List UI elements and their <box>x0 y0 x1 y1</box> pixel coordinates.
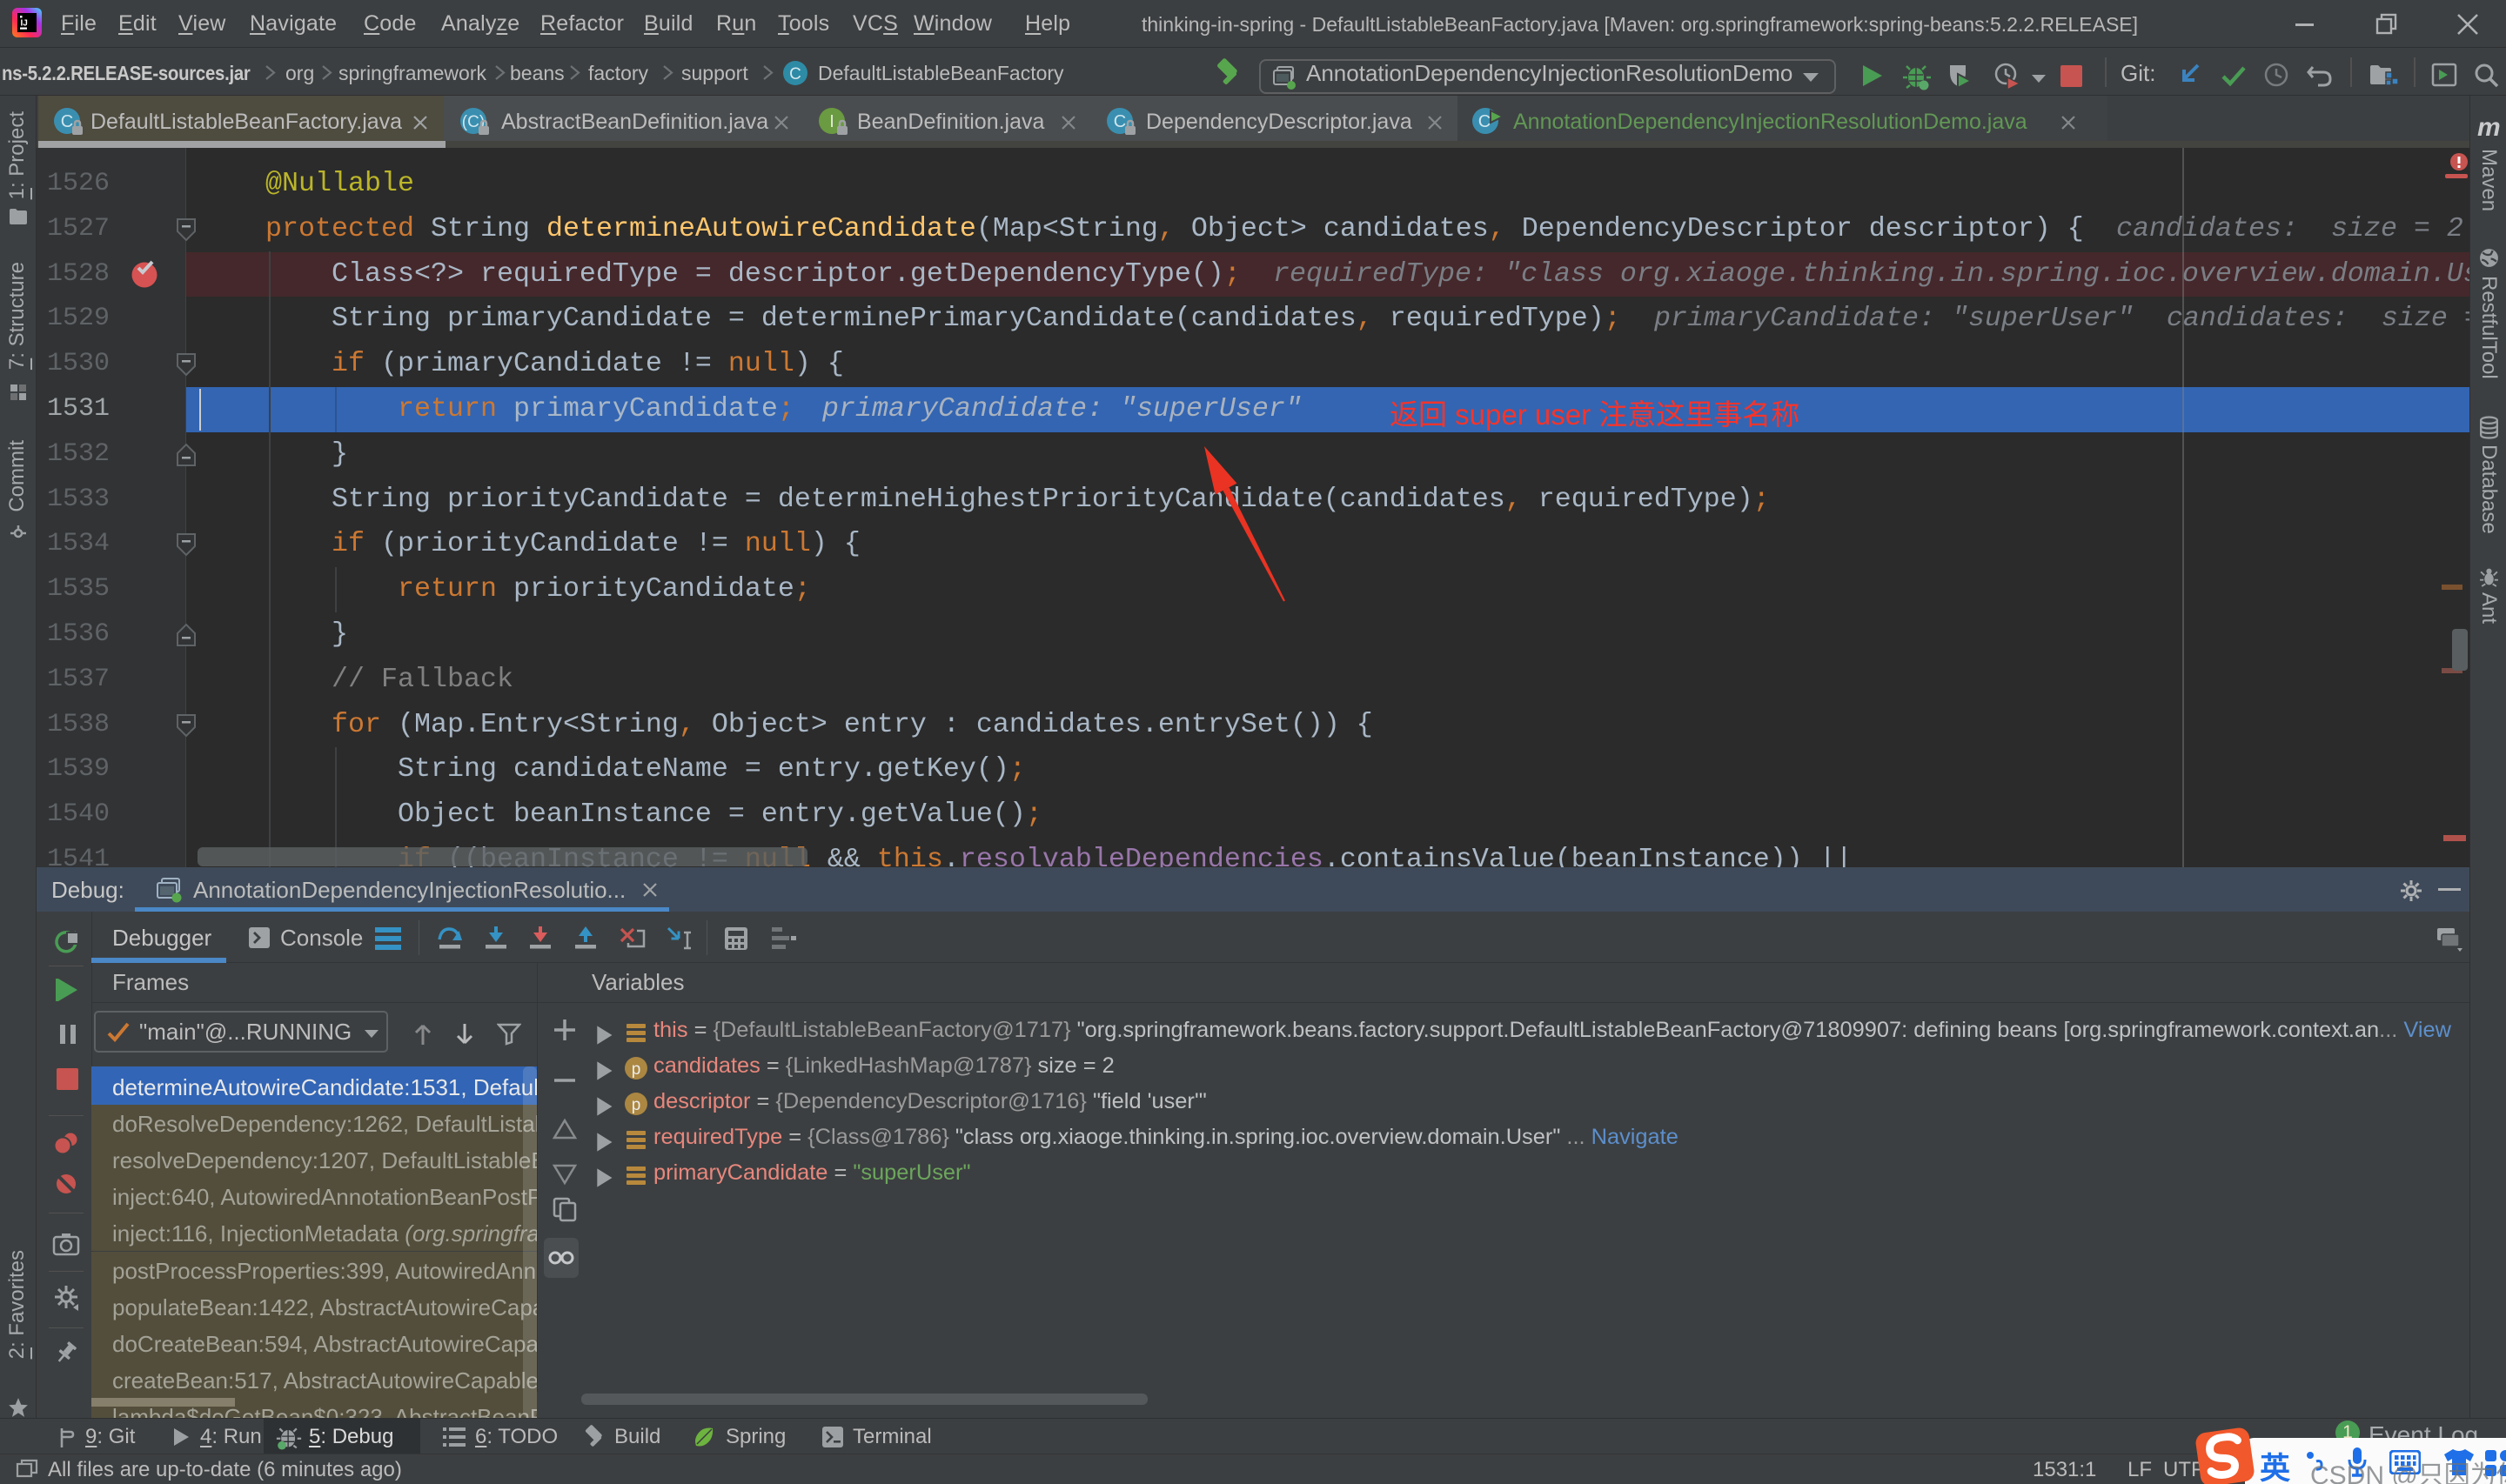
svg-text:IJ: IJ <box>21 19 28 29</box>
svg-text:I: I <box>829 112 834 131</box>
svg-text:C: C <box>1478 112 1491 131</box>
svg-text:C: C <box>61 112 73 131</box>
svg-text:C: C <box>1114 112 1126 131</box>
svg-text:p: p <box>632 1096 641 1114</box>
svg-text:p: p <box>632 1060 641 1079</box>
